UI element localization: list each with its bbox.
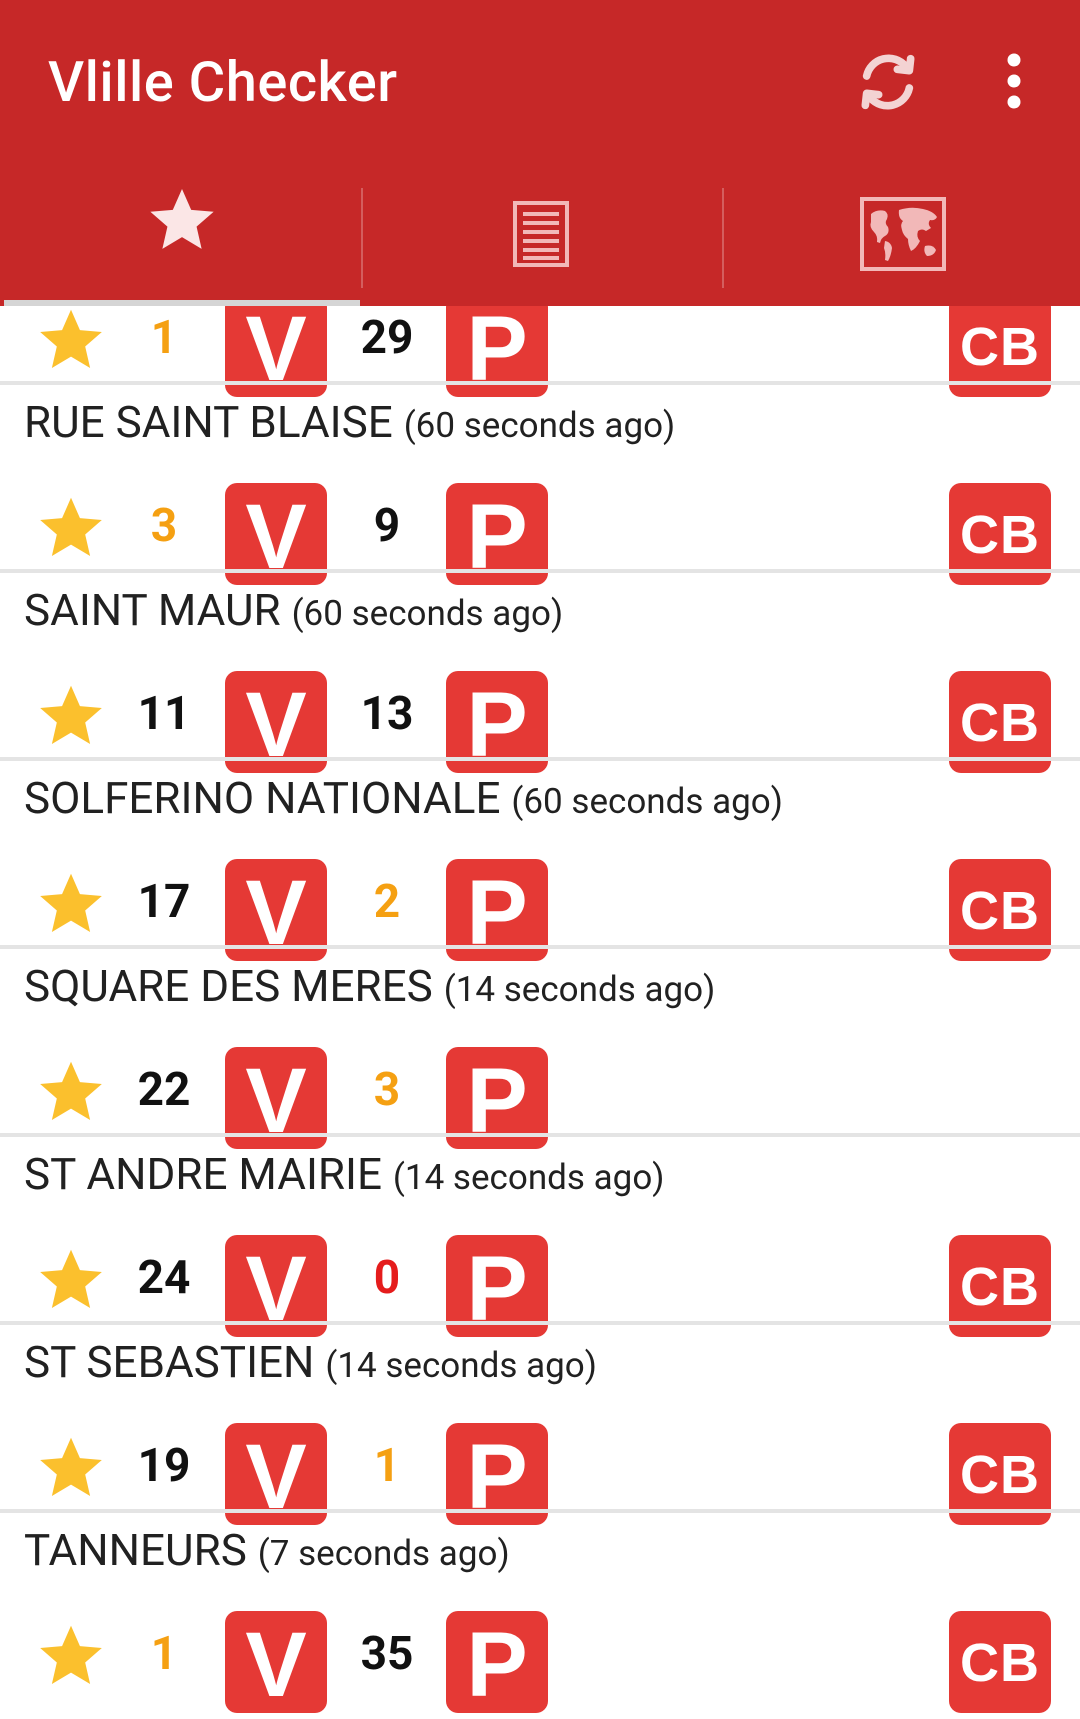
slots-count: 0 — [373, 1251, 401, 1305]
slots-count: 9 — [373, 499, 401, 553]
refresh-button[interactable] — [848, 42, 928, 122]
tab-favorites[interactable] — [0, 170, 360, 306]
update-age: (14 seconds ago) — [392, 1157, 665, 1198]
app-bar: Vlille Checker — [0, 0, 1080, 306]
bikes-count: 1 — [150, 1627, 178, 1681]
star-icon[interactable] — [32, 303, 110, 377]
bikes-count: 17 — [137, 875, 191, 929]
bikes-count: 11 — [137, 687, 191, 741]
slots-count: 13 — [360, 687, 414, 741]
station-name: ST ANDRE MAIRIE — [24, 1148, 382, 1200]
station-name: RUE SAINT BLAISE — [24, 396, 393, 448]
more-vert-icon — [1007, 53, 1021, 109]
station-name-line: SAINT MAUR (60 seconds ago) — [24, 581, 563, 643]
star-icon[interactable] — [32, 1243, 110, 1317]
refresh-icon — [861, 54, 915, 110]
station-item[interactable]: SOLFERINO NATIONALE (60 seconds ago) 17 … — [0, 761, 1080, 964]
station-item[interactable]: ST ANDRE MAIRIE (14 seconds ago) 24 V 0 … — [0, 1137, 1080, 1340]
bikes-count: 22 — [137, 1063, 191, 1117]
update-age: (60 seconds ago) — [511, 781, 783, 822]
station-item[interactable]: RUE SAINT BLAISE (60 seconds ago) 3 V 9 … — [0, 385, 1080, 588]
card-badge: CB — [949, 1611, 1051, 1713]
star-icon — [150, 188, 214, 249]
station-name-line: SQUARE DES MERES (14 seconds ago) — [24, 957, 715, 1019]
star-icon[interactable] — [32, 1619, 110, 1693]
app-title: Vlille Checker — [48, 49, 398, 115]
station-name-line: RUE SAINT BLAISE (60 seconds ago) — [24, 393, 675, 455]
station-item[interactable]: SQUARE DES MERES (14 seconds ago) 22 V 3… — [0, 949, 1080, 1152]
bikes-count: 24 — [137, 1251, 191, 1305]
station-item[interactable]: TANNEURS (7 seconds ago) 1 V 35 P CB — [0, 1513, 1080, 1716]
bikes-count: 1 — [150, 311, 178, 365]
update-age: (60 seconds ago) — [291, 593, 564, 634]
slots-count: 29 — [360, 311, 414, 365]
update-age: (7 seconds ago) — [257, 1533, 510, 1574]
station-name-line: SOLFERINO NATIONALE (60 seconds ago) — [24, 769, 783, 831]
station-name: SAINT MAUR — [24, 584, 281, 636]
slots-badge: P — [446, 1611, 548, 1716]
slots-count: 1 — [373, 1439, 401, 1493]
star-icon[interactable] — [32, 867, 110, 941]
star-icon[interactable] — [32, 1055, 110, 1129]
update-age: (14 seconds ago) — [325, 1345, 597, 1386]
star-icon[interactable] — [32, 679, 110, 753]
tab-map[interactable] — [724, 170, 1080, 306]
bikes-badge: V — [225, 1611, 327, 1716]
station-name-line: ST ANDRE MAIRIE (14 seconds ago) — [24, 1145, 664, 1207]
update-age: (60 seconds ago) — [403, 405, 676, 446]
station-name: ST SEBASTIEN — [24, 1336, 315, 1388]
slots-count: 3 — [373, 1063, 401, 1117]
station-name: TANNEURS — [24, 1524, 247, 1576]
map-icon — [860, 197, 946, 271]
station-name: SOLFERINO NATIONALE — [24, 772, 501, 824]
slots-count: 2 — [373, 875, 401, 929]
station-name: SQUARE DES MERES — [24, 960, 433, 1012]
list-icon — [513, 201, 569, 267]
station-name-line: ST SEBASTIEN (14 seconds ago) — [24, 1333, 597, 1395]
star-icon[interactable] — [32, 1431, 110, 1505]
station-item[interactable]: SAINT MAUR (60 seconds ago) 11 V 13 P CB — [0, 573, 1080, 776]
bikes-count: 3 — [150, 499, 178, 553]
star-icon[interactable] — [32, 491, 110, 565]
bikes-count: 19 — [137, 1439, 191, 1493]
tab-stations-list[interactable] — [362, 170, 722, 306]
overflow-menu-button[interactable] — [984, 46, 1044, 116]
slots-count: 35 — [360, 1627, 414, 1681]
update-age: (14 seconds ago) — [443, 969, 716, 1010]
selected-tab-indicator — [4, 300, 360, 306]
station-item[interactable]: ST SEBASTIEN (14 seconds ago) 19 V 1 P C… — [0, 1325, 1080, 1528]
tab-bar — [0, 170, 1080, 306]
station-name-line: TANNEURS (7 seconds ago) — [24, 1521, 510, 1583]
